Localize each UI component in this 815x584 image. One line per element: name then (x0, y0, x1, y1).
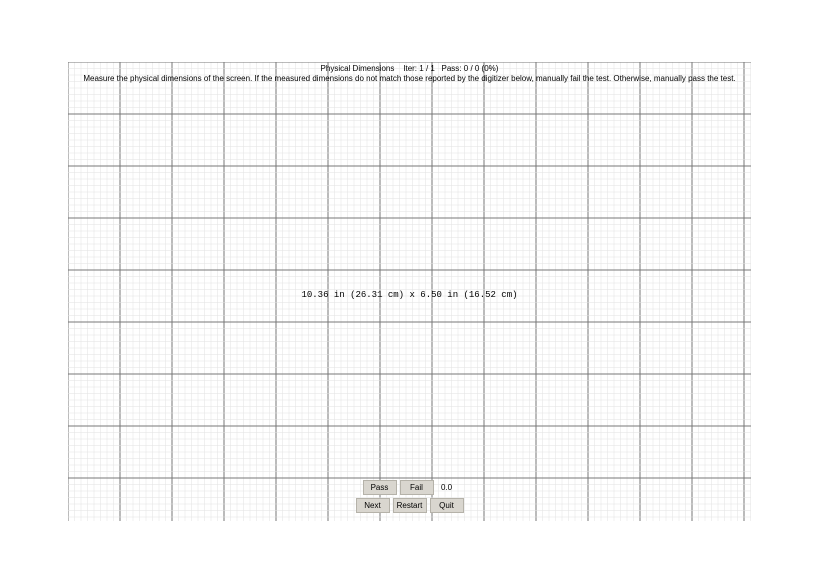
test-title: Physical Dimensions (321, 64, 395, 73)
pass-label: Pass: (442, 64, 462, 73)
control-panel: Pass Fail 0.0 Next Restart Quit (356, 480, 464, 513)
header-line: Physical Dimensions Iter: 1 / 1 Pass: 0 … (68, 64, 751, 73)
restart-button[interactable]: Restart (393, 498, 427, 513)
reported-dimensions: 10.36 in (26.31 cm) x 6.50 in (16.52 cm) (68, 290, 751, 300)
control-row-2: Next Restart Quit (356, 498, 464, 513)
pass-value: 0 / 0 (0%) (464, 64, 499, 73)
iter-label: Iter: (403, 64, 417, 73)
next-button[interactable]: Next (356, 498, 390, 513)
value-display: 0.0 (437, 483, 457, 492)
test-frame: Physical Dimensions Iter: 1 / 1 Pass: 0 … (68, 62, 751, 521)
fail-button[interactable]: Fail (400, 480, 434, 495)
pass-button[interactable]: Pass (363, 480, 397, 495)
control-row-1: Pass Fail 0.0 (363, 480, 457, 495)
iter-value: 1 / 1 (419, 64, 435, 73)
quit-button[interactable]: Quit (430, 498, 464, 513)
instruction-text: Measure the physical dimensions of the s… (68, 74, 751, 83)
